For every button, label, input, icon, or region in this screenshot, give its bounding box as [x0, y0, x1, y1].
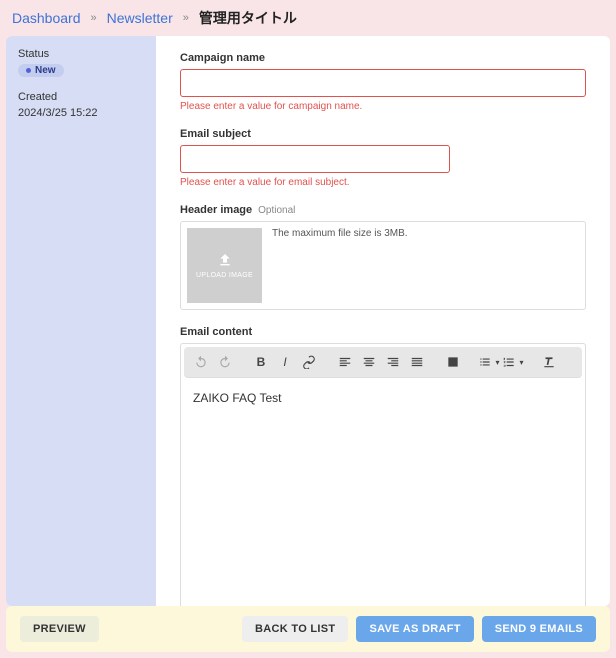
sidebar: Status New Created 2024/3/25 15:22 — [6, 36, 156, 606]
email-subject-input[interactable] — [180, 145, 450, 173]
save-as-draft-button[interactable]: SAVE AS DRAFT — [356, 616, 473, 642]
email-subject-label: Email subject — [180, 128, 586, 140]
link-icon[interactable] — [298, 351, 320, 373]
bold-icon[interactable]: B — [250, 351, 272, 373]
optional-label: Optional — [258, 205, 295, 216]
chevron-right-icon: » — [183, 12, 189, 24]
italic-icon[interactable]: I — [274, 351, 296, 373]
align-left-icon[interactable] — [334, 351, 356, 373]
email-subject-error: Please enter a value for email subject. — [180, 177, 586, 188]
form-content: Campaign name Please enter a value for c… — [156, 36, 610, 606]
campaign-name-label: Campaign name — [180, 52, 586, 64]
footer-bar: PREVIEW BACK TO LIST SAVE AS DRAFT SEND … — [6, 606, 610, 652]
undo-icon[interactable] — [190, 351, 212, 373]
created-label: Created — [18, 91, 144, 103]
campaign-name-error: Please enter a value for campaign name. — [180, 101, 586, 112]
status-label: Status — [18, 48, 144, 60]
image-icon[interactable] — [442, 351, 464, 373]
chevron-right-icon: » — [91, 12, 97, 24]
breadcrumb-newsletter[interactable]: Newsletter — [107, 10, 173, 26]
numbered-list-icon[interactable]: ▾ — [502, 351, 524, 373]
breadcrumb-current: 管理用タイトル — [199, 8, 297, 28]
rich-text-editor: B I ▾ ▾ ZAIKO FAQ Test — [180, 343, 586, 606]
editor-body[interactable]: ZAIKO FAQ Test — [181, 381, 585, 606]
upload-image-button[interactable]: UPLOAD IMAGE — [187, 228, 262, 303]
editor-toolbar: B I ▾ ▾ — [184, 347, 582, 378]
created-value: 2024/3/25 15:22 — [18, 107, 144, 119]
upload-image-text: UPLOAD IMAGE — [196, 272, 253, 279]
align-justify-icon[interactable] — [406, 351, 428, 373]
header-image-label: Header image — [180, 204, 252, 216]
redo-icon[interactable] — [214, 351, 236, 373]
upload-hint: The maximum file size is 3MB. — [272, 228, 408, 239]
header-image-area: UPLOAD IMAGE The maximum file size is 3M… — [180, 221, 586, 310]
upload-icon — [217, 252, 233, 268]
status-badge: New — [18, 64, 64, 77]
breadcrumb: Dashboard » Newsletter » 管理用タイトル — [0, 0, 616, 36]
clear-format-icon[interactable] — [538, 351, 560, 373]
bullet-list-icon[interactable]: ▾ — [478, 351, 500, 373]
preview-button[interactable]: PREVIEW — [20, 616, 99, 642]
campaign-name-input[interactable] — [180, 69, 586, 97]
align-right-icon[interactable] — [382, 351, 404, 373]
email-content-label: Email content — [180, 326, 586, 338]
breadcrumb-dashboard[interactable]: Dashboard — [12, 10, 81, 26]
send-emails-button[interactable]: SEND 9 EMAILS — [482, 616, 596, 642]
align-center-icon[interactable] — [358, 351, 380, 373]
back-to-list-button[interactable]: BACK TO LIST — [242, 616, 348, 642]
